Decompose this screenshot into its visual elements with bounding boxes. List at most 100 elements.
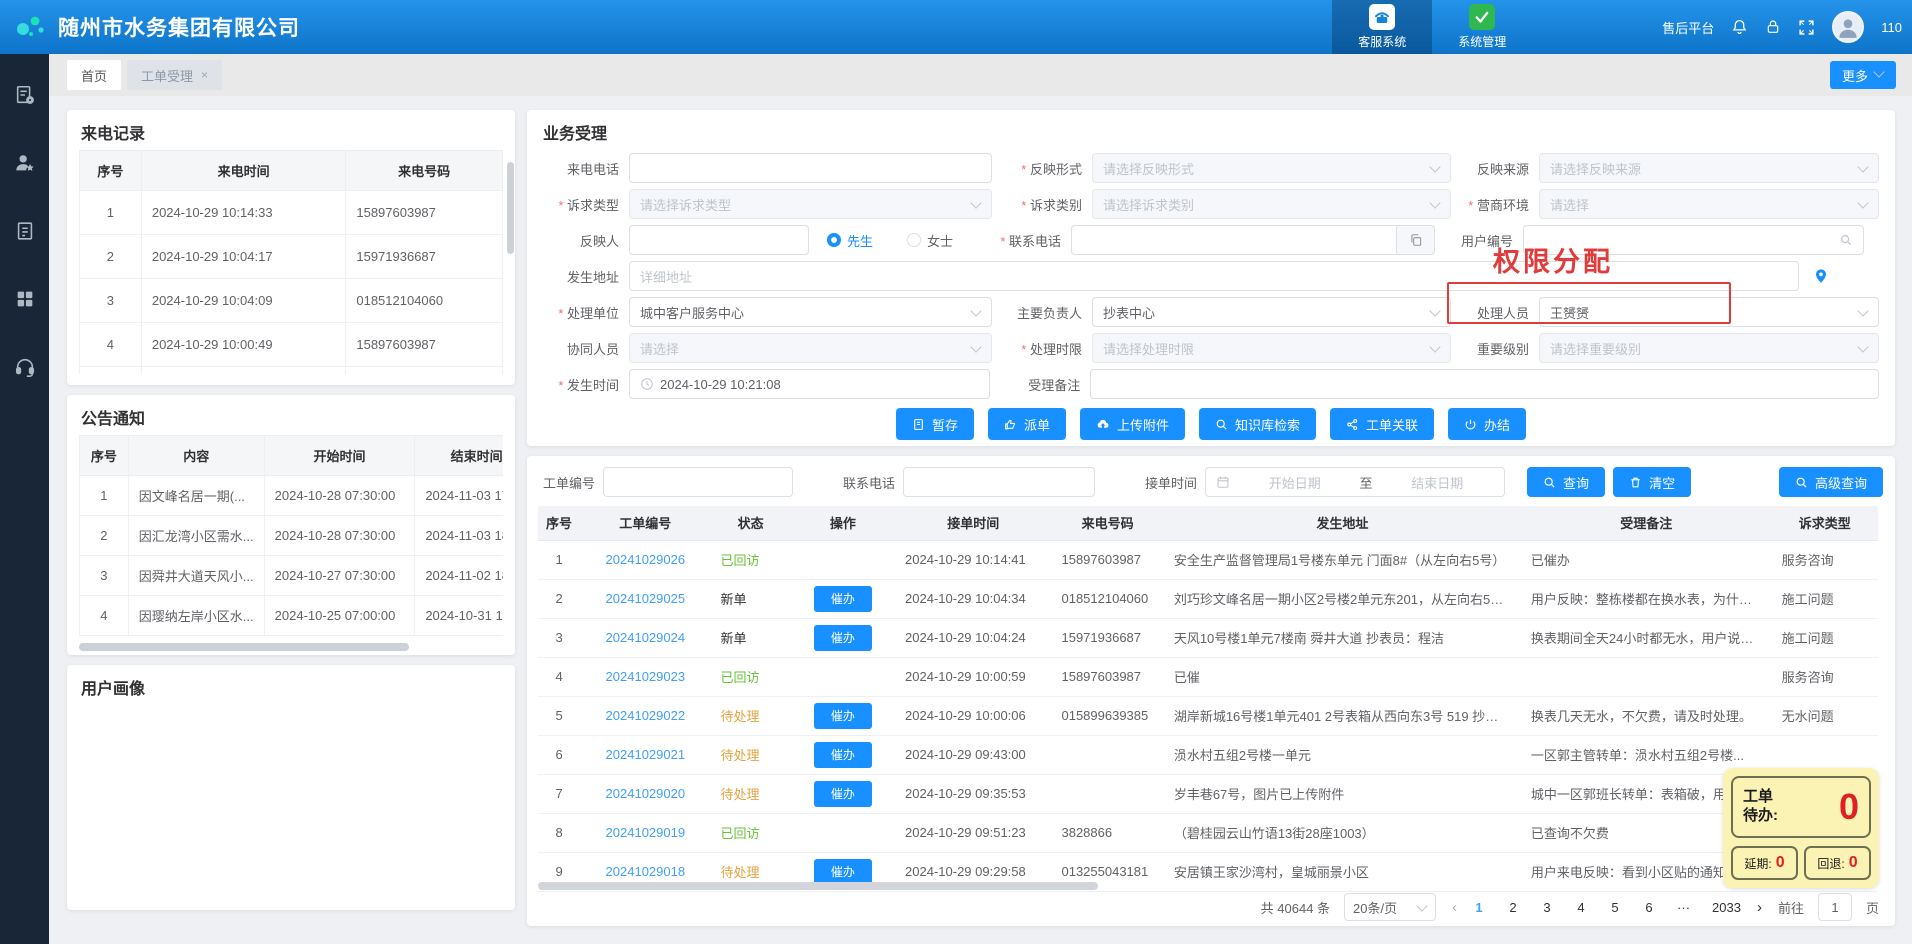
call-record-row[interactable]: 4 2024-10-29 10:00:49 15897603987	[80, 323, 503, 367]
order-no-link[interactable]: 20241029023	[606, 669, 686, 684]
todo-widget[interactable]: 工单 待办: 0 延期: 0 回退: 0	[1723, 768, 1879, 888]
page-number[interactable]: 1	[1473, 900, 1485, 915]
page-number[interactable]: 5	[1609, 900, 1621, 915]
status-badge: 新单	[721, 592, 747, 607]
reflect-source-select[interactable]: 请选择反映来源	[1539, 153, 1879, 183]
user-star-icon[interactable]	[14, 152, 36, 174]
urge-button[interactable]: 催办	[814, 625, 872, 651]
page-number[interactable]: ···	[1677, 900, 1690, 915]
reporter-input[interactable]	[629, 225, 809, 255]
user-avatar[interactable]	[1832, 11, 1864, 43]
tab-close-icon[interactable]: ×	[201, 68, 208, 82]
goto-page-input[interactable]: 1	[1818, 893, 1852, 921]
order-no-link[interactable]: 20241029018	[606, 864, 686, 879]
urge-button[interactable]: 催办	[814, 586, 872, 612]
address-input[interactable]: 详细地址	[629, 261, 1799, 291]
panel-title: 公告通知	[67, 395, 515, 435]
field-label: 处理单位	[543, 303, 629, 322]
knowledge-search-button[interactable]: 知识库检索	[1199, 408, 1316, 440]
order-link-button[interactable]: 工单关联	[1330, 408, 1434, 440]
business-env-select[interactable]: 请选择	[1539, 189, 1879, 219]
call-phone-input[interactable]	[629, 153, 992, 183]
call-record-row[interactable]: 5 2024-10-29 09:59:50 015899639385	[80, 367, 503, 375]
gender-radio-female[interactable]: 女士	[907, 231, 953, 250]
document-icon[interactable]	[14, 220, 36, 242]
page-number[interactable]: 3	[1541, 900, 1553, 915]
nav-system-management[interactable]: 系统管理	[1432, 0, 1532, 54]
dispatch-button[interactable]: 派单	[988, 408, 1066, 440]
horizontal-scrollbar[interactable]	[79, 643, 409, 651]
page-size-select[interactable]: 20条/页	[1344, 893, 1436, 921]
co-worker-select[interactable]: 请选择	[629, 333, 992, 363]
notice-row[interactable]: 2 因汇龙湾小区需水... 2024-10-28 07:30:00 2024-1…	[80, 516, 504, 556]
order-no-link[interactable]: 20241029021	[606, 747, 686, 762]
notices-panel: 公告通知 序号 内容 开始时间 结束时间	[67, 395, 515, 655]
notice-row[interactable]: 3 因舜井大道天风小... 2024-10-27 07:30:00 2024-1…	[80, 556, 504, 596]
gender-radio-male[interactable]: 先生	[827, 231, 873, 250]
urge-button[interactable]: 催办	[814, 781, 872, 807]
time-limit-select[interactable]: 请选择处理时限	[1092, 333, 1451, 363]
nav-customer-service[interactable]: 客服系统	[1332, 0, 1432, 54]
urge-button[interactable]: 催办	[814, 742, 872, 768]
horizontal-scrollbar[interactable]	[538, 882, 1098, 890]
order-no-filter-input[interactable]	[603, 467, 793, 497]
handle-unit-select[interactable]: 城中客户服务中心	[629, 297, 992, 327]
next-page-arrow[interactable]: ›	[1755, 899, 1764, 916]
handler-select[interactable]: 王赟赟	[1539, 297, 1879, 327]
contact-phone-input[interactable]	[1071, 225, 1397, 255]
occur-time-picker[interactable]: 2024-10-29 10:21:08	[629, 369, 990, 399]
order-manage-icon[interactable]	[14, 84, 36, 106]
clear-button[interactable]: 清空	[1613, 467, 1691, 497]
page-number[interactable]: 2	[1507, 900, 1519, 915]
order-no-link[interactable]: 20241029025	[606, 591, 686, 606]
call-record-row[interactable]: 2 2024-10-29 10:04:17 15971936687	[80, 235, 503, 279]
order-no-link[interactable]: 20241029019	[606, 825, 686, 840]
vertical-scrollbar[interactable]	[507, 162, 514, 254]
order-no-link[interactable]: 20241029020	[606, 786, 686, 801]
tab-home[interactable]: 首页	[67, 60, 121, 90]
search-button[interactable]: 查询	[1527, 467, 1605, 497]
upload-attachment-button[interactable]: 上传附件	[1080, 408, 1185, 440]
urge-button[interactable]: 催办	[814, 703, 872, 729]
advanced-search-button[interactable]: 高级查询	[1779, 467, 1883, 497]
save-draft-button[interactable]: 暂存	[896, 408, 974, 440]
bell-icon[interactable]	[1731, 18, 1748, 36]
headset-icon[interactable]	[14, 356, 36, 378]
aftersale-platform-link[interactable]: 售后平台	[1662, 18, 1714, 37]
chevron-down-icon	[1417, 902, 1427, 912]
remark-input[interactable]	[1090, 369, 1879, 399]
page-number[interactable]: 2033	[1712, 900, 1741, 915]
lock-icon[interactable]	[1765, 18, 1781, 36]
date-range-picker[interactable]: 开始日期 至 结束日期	[1205, 467, 1505, 497]
reflect-form-select[interactable]: 请选择反映形式	[1092, 153, 1451, 183]
notice-row[interactable]: 1 因文峰名居一期(... 2024-10-28 07:30:00 2024-1…	[80, 476, 504, 516]
map-pin-icon[interactable]	[1813, 267, 1829, 285]
page-number[interactable]: 4	[1575, 900, 1587, 915]
cell-time: 2024-10-29 09:59:50	[141, 367, 346, 375]
call-record-row[interactable]: 1 2024-10-29 10:14:33 15897603987	[80, 191, 503, 235]
urge-button[interactable]: 催办	[814, 859, 872, 885]
appeal-category-select[interactable]: 请选择诉求类别	[1092, 189, 1451, 219]
cell-no: 5	[538, 696, 580, 735]
order-no-link[interactable]: 20241029022	[606, 708, 686, 723]
search-icon[interactable]	[1839, 233, 1853, 247]
order-no-link[interactable]: 20241029024	[606, 630, 686, 645]
copy-icon[interactable]	[1397, 225, 1435, 255]
main-leader-select[interactable]: 抄表中心	[1092, 297, 1451, 327]
notice-row[interactable]: 4 因璎纳左岸小区水... 2024-10-25 07:00:00 2024-1…	[80, 596, 504, 636]
call-record-row[interactable]: 3 2024-10-29 10:04:09 018512104060	[80, 279, 503, 323]
fullscreen-icon[interactable]	[1798, 19, 1815, 36]
importance-select[interactable]: 请选择重要级别	[1539, 333, 1879, 363]
appeal-type-select[interactable]: 请选择诉求类型	[629, 189, 992, 219]
order-no-link[interactable]: 20241029026	[606, 552, 686, 567]
chevron-down-icon	[1430, 163, 1440, 173]
finish-button[interactable]: 办结	[1448, 408, 1526, 440]
more-button[interactable]: 更多	[1830, 61, 1896, 89]
page-number[interactable]: 6	[1643, 900, 1655, 915]
prev-page-arrow[interactable]: ‹	[1450, 899, 1459, 916]
phone-filter-input[interactable]	[903, 467, 1095, 497]
apps-grid-icon[interactable]	[14, 288, 36, 310]
tab-work-order[interactable]: 工单受理 ×	[127, 60, 222, 90]
cell-end: 2024-11-02 18:00	[415, 556, 503, 596]
col-header: 发生地址	[1164, 506, 1521, 540]
